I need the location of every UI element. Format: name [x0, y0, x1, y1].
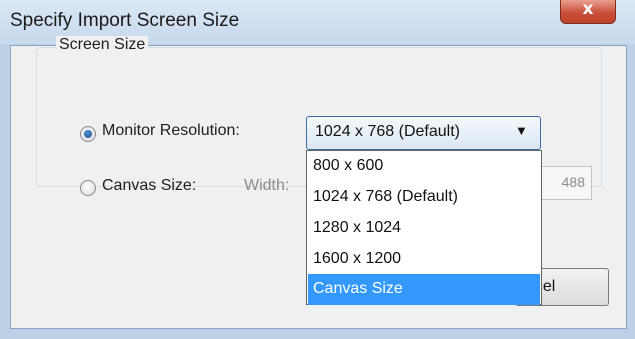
close-button[interactable]: x	[560, 0, 616, 24]
width-label: Width:	[244, 177, 290, 194]
dropdown-option-800x600[interactable]: 800 x 600	[308, 151, 540, 182]
monitor-resolution-label[interactable]: Monitor Resolution:	[102, 122, 240, 140]
resolution-select[interactable]: 1024 x 768 (Default) ▼	[306, 116, 541, 150]
radio-selected-dot	[84, 130, 92, 138]
close-icon: x	[582, 0, 594, 19]
canvas-size-radio[interactable]	[80, 180, 96, 196]
dropdown-option-1280x1024[interactable]: 1280 x 1024	[308, 213, 540, 244]
chevron-down-icon: ▼	[515, 123, 528, 138]
dropdown-option-canvas-size[interactable]: Canvas Size	[308, 274, 540, 305]
screen-size-group-label: Screen Size	[56, 36, 149, 54]
dialog-title: Specify Import Screen Size	[10, 10, 240, 31]
monitor-resolution-radio[interactable]	[80, 126, 96, 142]
canvas-size-label[interactable]: Canvas Size:	[102, 177, 196, 195]
import-screen-size-dialog: Specify Import Screen Size x Screen Size…	[0, 0, 635, 339]
resolution-dropdown-list: 800 x 600 1024 x 768 (Default) 1280 x 10…	[306, 150, 542, 305]
dropdown-option-1600x1200[interactable]: 1600 x 1200	[308, 244, 540, 275]
resolution-select-value: 1024 x 768 (Default)	[315, 123, 460, 140]
dropdown-option-1024x768[interactable]: 1024 x 768 (Default)	[308, 182, 540, 213]
width-input-value: 488	[561, 174, 585, 190]
